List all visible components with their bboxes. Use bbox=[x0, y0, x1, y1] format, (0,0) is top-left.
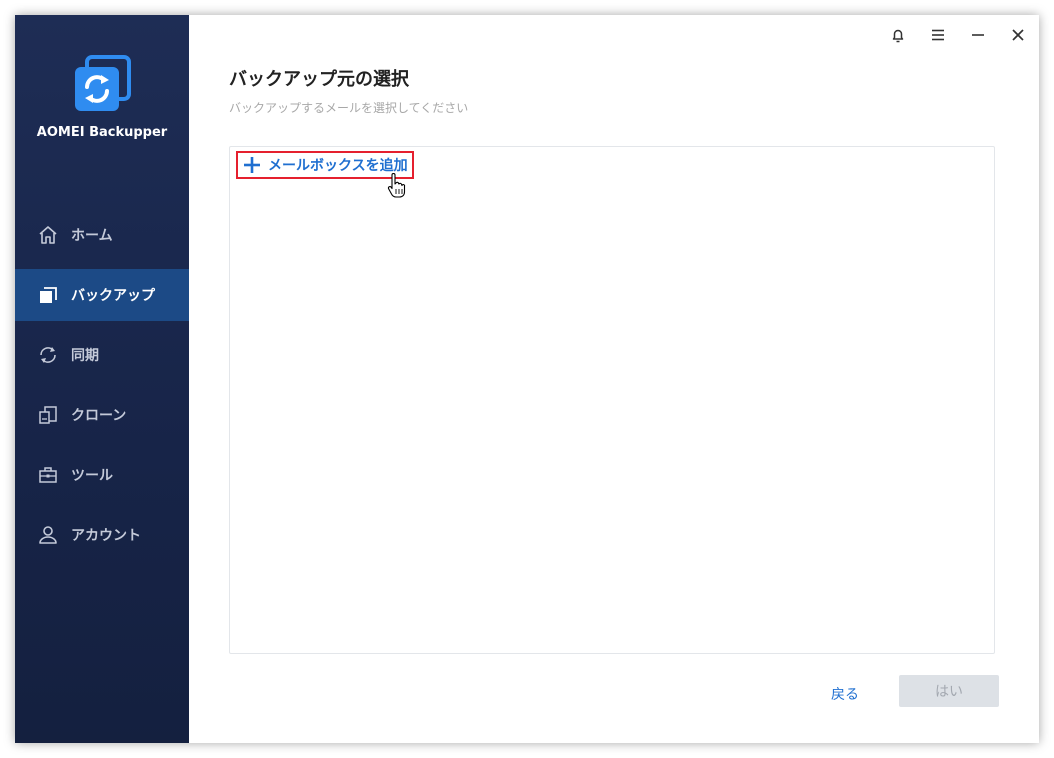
aomei-logo-icon bbox=[75, 55, 131, 111]
sidebar-item-sync[interactable]: 同期 bbox=[15, 329, 189, 381]
sidebar-item-label: ツール bbox=[71, 468, 113, 484]
menu-button[interactable] bbox=[923, 23, 953, 47]
sidebar: AOMEI Backupper ホーム バックアップ 同期 クローン ツール ア… bbox=[15, 15, 189, 743]
close-icon bbox=[1012, 29, 1024, 41]
bell-icon bbox=[892, 29, 904, 43]
toolbox-icon bbox=[39, 467, 57, 483]
minimize-icon bbox=[972, 34, 984, 36]
sidebar-item-label: クローン bbox=[71, 408, 127, 424]
sidebar-item-label: ホーム bbox=[71, 228, 113, 244]
hand-cursor-icon bbox=[387, 173, 406, 198]
backup-icon bbox=[40, 287, 57, 303]
back-button[interactable]: 戻る bbox=[831, 684, 859, 704]
menu-icon bbox=[932, 29, 944, 41]
sidebar-item-label: 同期 bbox=[71, 348, 99, 364]
sidebar-item-home[interactable]: ホーム bbox=[15, 209, 189, 261]
app-name: AOMEI Backupper bbox=[36, 125, 168, 140]
sidebar-item-account[interactable]: アカウント bbox=[15, 509, 189, 561]
page-title: バックアップ元の選択 bbox=[229, 69, 409, 90]
home-icon bbox=[39, 226, 57, 244]
sidebar-item-backup[interactable]: バックアップ bbox=[15, 269, 189, 321]
sidebar-item-tools[interactable]: ツール bbox=[15, 449, 189, 501]
notification-button[interactable] bbox=[883, 23, 913, 47]
add-mailbox-label: メールボックスを追加 bbox=[268, 158, 408, 174]
close-button[interactable] bbox=[1003, 23, 1033, 47]
sidebar-item-label: アカウント bbox=[71, 528, 141, 544]
sync-icon bbox=[40, 347, 56, 363]
clone-icon bbox=[39, 406, 57, 424]
sidebar-item-clone[interactable]: クローン bbox=[15, 389, 189, 441]
page-subtitle: バックアップするメールを選択してください bbox=[229, 101, 469, 115]
ok-button[interactable]: はい bbox=[899, 675, 999, 707]
mailbox-list-panel bbox=[229, 146, 995, 654]
sidebar-item-label: バックアップ bbox=[71, 288, 155, 304]
plus-icon bbox=[244, 157, 260, 173]
app-window: AOMEI Backupper ホーム バックアップ 同期 クローン ツール ア… bbox=[15, 15, 1039, 743]
minimize-button[interactable] bbox=[963, 23, 993, 47]
user-icon bbox=[39, 526, 57, 544]
